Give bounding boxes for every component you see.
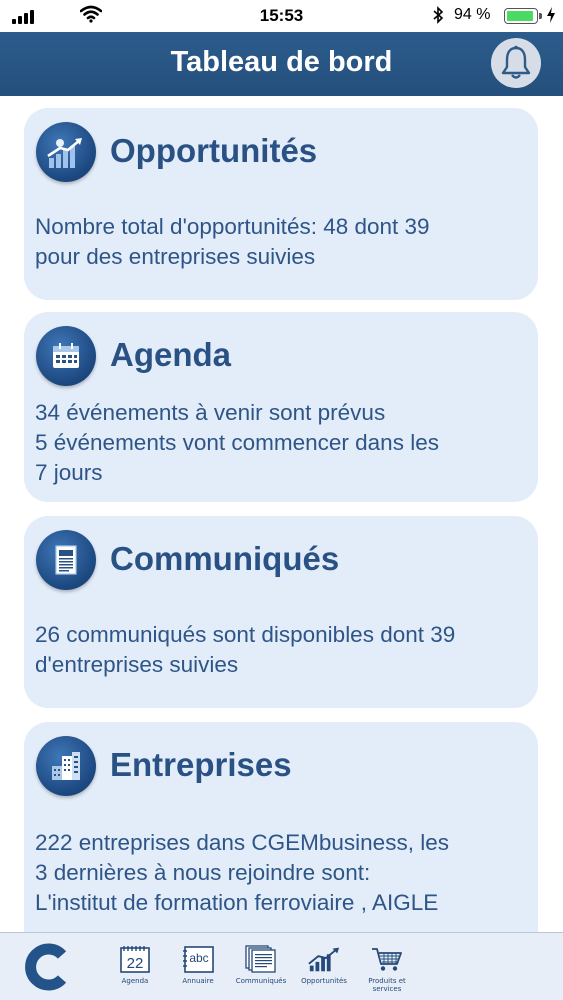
card-text-line: 34 événements à venir sont prévus: [35, 400, 386, 425]
tab-label: Produits et services: [368, 977, 406, 993]
charging-icon: [547, 7, 555, 23]
card-communiques[interactable]: Communiqués 26 communiqués sont disponib…: [24, 516, 538, 708]
card-text-line: pour des entreprises suivies: [35, 244, 316, 269]
cart-icon: [370, 943, 404, 975]
directory-icon: abc: [181, 943, 215, 975]
card-text-line: Nombre total d'opportunités: 48 dont 39: [35, 214, 430, 239]
notifications-button[interactable]: [491, 38, 541, 88]
home-logo-icon: [25, 943, 67, 991]
bluetooth-icon: [433, 6, 444, 24]
page-title: Tableau de bord: [170, 46, 393, 78]
card-agenda[interactable]: Agenda 34 événements à venir sont prévus…: [24, 312, 538, 502]
tab-annuaire-icon-text: abc: [189, 951, 208, 965]
card-title: Agenda: [110, 336, 232, 373]
battery-percent: 94 %: [454, 6, 491, 23]
card-text: 222 entreprises dans CGEMbusiness, les 3…: [35, 828, 526, 918]
tab-label: Opportunités: [301, 977, 347, 985]
card-text-line: 222 entreprises dans CGEMbusiness, les: [35, 830, 449, 855]
bottom-tab-bar: 22 Agenda abc Annuaire Communiqués Oppor…: [0, 932, 563, 1000]
tab-communiques[interactable]: Communiqués: [235, 943, 287, 997]
battery-icon: [504, 8, 542, 24]
tab-agenda[interactable]: 22 Agenda: [109, 943, 161, 997]
card-text-line: 5 événements vont commencer dans les: [35, 430, 439, 455]
card-opportunites[interactable]: Opportunités Nombre total d'opportunités…: [24, 108, 538, 300]
status-bar: 15:53 94 %: [0, 0, 563, 32]
card-text: 34 événements à venir sont prévus 5 évén…: [35, 398, 526, 488]
tab-label: Agenda: [121, 977, 149, 985]
tab-annuaire[interactable]: abc Annuaire: [172, 943, 224, 997]
card-text-line: 26 communiqués sont disponibles dont 39: [35, 622, 456, 647]
documents-icon: [244, 943, 278, 975]
tab-opportunites[interactable]: Opportunités: [298, 943, 350, 997]
home-button[interactable]: [22, 941, 74, 993]
card-title: Entreprises: [110, 746, 292, 783]
card-title: Communiqués: [110, 540, 340, 577]
card-text: 26 communiqués sont disponibles dont 39 …: [35, 620, 526, 680]
dashboard-content[interactable]: Opportunités Nombre total d'opportunités…: [0, 96, 563, 932]
card-text-line: 3 dernières à nous rejoindre sont:: [35, 860, 371, 885]
buildings-icon: [36, 736, 96, 796]
tab-label: Annuaire: [182, 977, 214, 985]
tab-produits-services[interactable]: Produits et services: [361, 943, 413, 997]
calendar-icon: 22: [118, 943, 152, 975]
card-entreprises[interactable]: Entreprises 222 entreprises dans CGEMbus…: [24, 722, 538, 932]
header: Tableau de bord: [0, 32, 563, 96]
bell-icon: [501, 45, 531, 79]
card-text-line: d'entreprises suivies: [35, 652, 239, 677]
card-title: Opportunités: [110, 132, 318, 169]
document-icon: [36, 530, 96, 590]
growth-chart-icon: [36, 122, 96, 182]
tab-agenda-icon-text: 22: [127, 955, 144, 972]
tab-label: Communiqués: [235, 977, 287, 985]
card-text-line: 7 jours: [35, 460, 103, 485]
card-text: Nombre total d'opportunités: 48 dont 39 …: [35, 212, 526, 272]
card-text-line: L'institut de formation ferroviaire , AI…: [35, 890, 439, 915]
calendar-icon: [36, 326, 96, 386]
chart-icon: [307, 943, 341, 975]
